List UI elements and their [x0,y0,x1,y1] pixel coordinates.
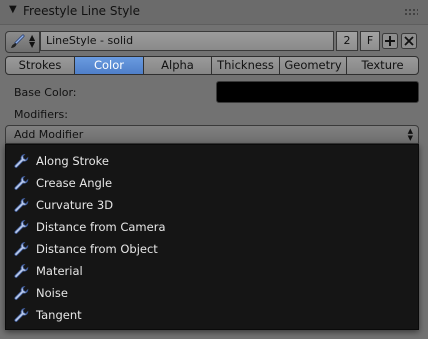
color-properties-tabs: Strokes Color Alpha Thickness Geometry T… [5,56,420,77]
menu-item-label: Distance from Camera [36,220,166,234]
panel-header[interactable]: ▼ Freestyle Line Style [0,0,428,25]
panel-title: Freestyle Line Style [23,4,141,18]
wrench-icon [14,198,29,212]
menu-item-modifier[interactable]: Noise [6,282,418,304]
tab-color[interactable]: Color [74,56,144,75]
tab-alpha[interactable]: Alpha [143,56,212,75]
menu-item-label: Distance from Object [36,242,158,256]
tab-geometry[interactable]: Geometry [279,56,347,75]
menu-item-label: Material [36,264,83,278]
menu-item-label: Tangent [36,308,82,322]
menu-item-modifier[interactable]: Material [6,260,418,282]
plus-icon[interactable] [382,33,398,49]
modifiers-label: Modifiers: [14,108,68,121]
tab-texture[interactable]: Texture [346,56,419,75]
x-icon[interactable] [401,33,417,49]
add-modifier-menu: Along Stroke Crease Angle Curvature 3D Dist… [5,144,419,330]
brush-icon [11,34,25,48]
linestyle-browse-button[interactable]: ▲ ▼ [5,31,40,53]
menu-item-label: Along Stroke [36,154,109,168]
add-modifier-label: Add Modifier [14,128,84,141]
tab-thickness[interactable]: Thickness [211,56,280,75]
linestyle-users-count[interactable]: 2 [336,31,358,51]
wrench-icon [14,220,29,234]
base-color-swatch[interactable] [216,81,419,103]
collapse-arrow-icon[interactable]: ▼ [9,4,17,15]
add-modifier-dropdown[interactable]: Add Modifier ▲ ▼ [5,125,419,144]
linestyle-selector: ▲ ▼ LineStyle - solid 2 F [5,31,420,53]
fake-user-button[interactable]: F [360,31,380,51]
wrench-icon [14,176,29,190]
menu-item-modifier[interactable]: Curvature 3D [6,194,418,216]
menu-item-modifier[interactable]: Distance from Object [6,238,418,260]
menu-item-label: Curvature 3D [36,198,114,212]
wrench-icon [14,242,29,256]
wrench-icon [14,154,29,168]
tab-strokes[interactable]: Strokes [5,56,75,75]
menu-item-modifier[interactable]: Tangent [6,304,418,326]
base-color-label: Base Color: [14,86,77,99]
wrench-icon [14,264,29,278]
menu-item-label: Noise [36,286,68,300]
updown-arrows-icon: ▲ ▼ [29,33,36,49]
menu-item-modifier[interactable]: Crease Angle [6,172,418,194]
menu-item-label: Crease Angle [36,176,113,190]
drag-grip-icon[interactable] [404,8,418,16]
wrench-icon [14,308,29,322]
updown-arrows-icon: ▲ ▼ [407,127,413,142]
wrench-icon [14,286,29,300]
menu-item-modifier[interactable]: Distance from Camera [6,216,418,238]
menu-item-modifier[interactable]: Along Stroke [6,150,418,172]
linestyle-name-field[interactable]: LineStyle - solid [40,31,334,51]
